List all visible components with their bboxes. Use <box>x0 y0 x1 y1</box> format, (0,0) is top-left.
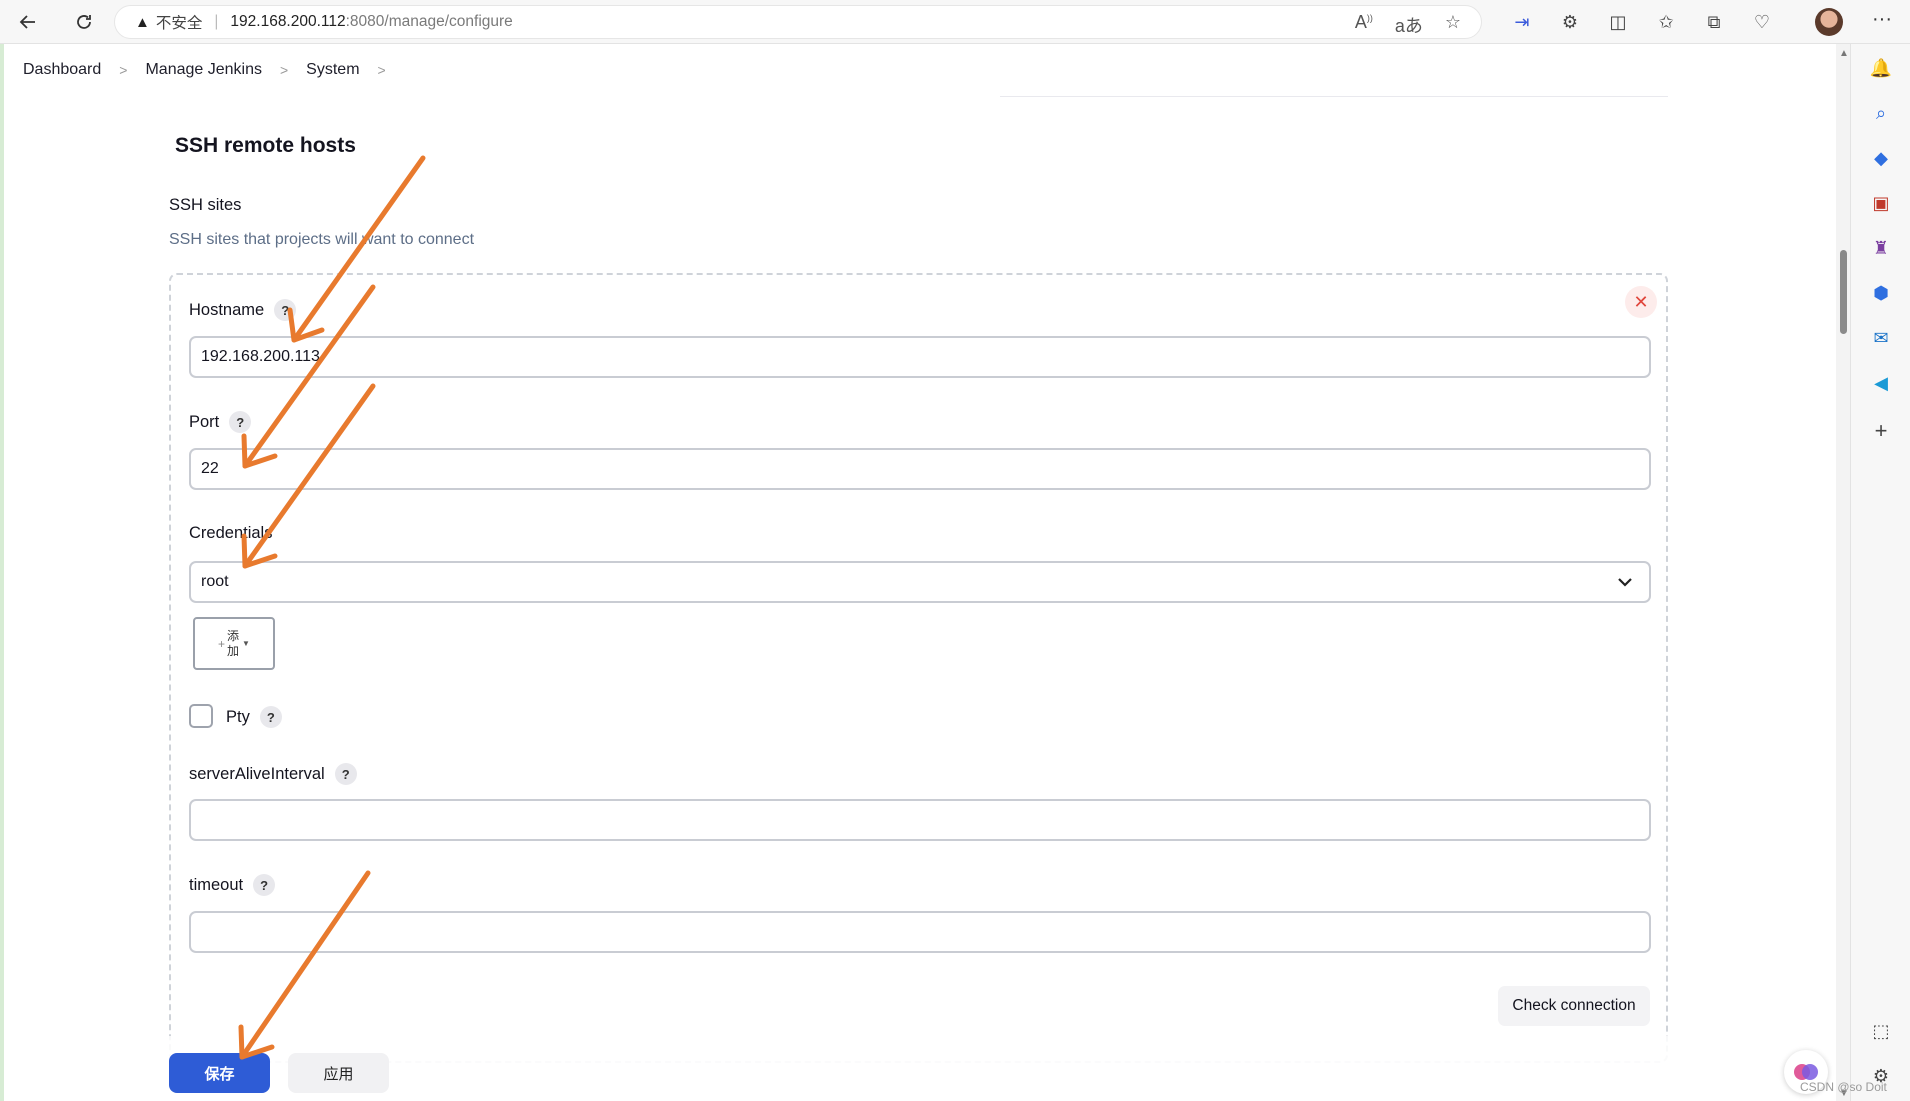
ssh-sites-label: SSH sites <box>169 196 242 214</box>
health-icon[interactable]: ♡ <box>1748 8 1776 36</box>
credentials-selected-value: root <box>201 573 229 590</box>
collections-icon[interactable]: ⧉ <box>1700 8 1728 36</box>
help-icon[interactable]: ? <box>274 299 297 321</box>
breadcrumb-dashboard[interactable]: Dashboard <box>23 61 101 79</box>
pty-label: Pty ? <box>226 706 282 728</box>
port-label: Port ? <box>189 411 252 433</box>
bell-icon[interactable]: 🔔 <box>1868 55 1894 81</box>
screenshot-icon[interactable]: ⬚ <box>1868 1018 1894 1044</box>
delete-entry-button[interactable]: ✕ <box>1625 286 1657 318</box>
hostname-label: Hostname ? <box>189 299 297 321</box>
toolbox-icon[interactable]: ▣ <box>1868 190 1894 216</box>
chevron-right-icon: > <box>279 62 289 78</box>
warning-icon: ▲ <box>135 13 150 31</box>
add-label-line2: 加 <box>227 643 240 658</box>
address-separator: | <box>214 13 219 30</box>
breadcrumb-system[interactable]: System <box>306 61 359 79</box>
address-bar[interactable]: ▲ 不安全 | 192.168.200.112 :8080/manage/con… <box>114 5 1482 39</box>
url-path: :8080/manage/configure <box>345 13 513 30</box>
credentials-select[interactable]: root <box>189 561 1651 603</box>
divider <box>1000 96 1668 97</box>
split-screen-icon[interactable]: ◫ <box>1604 8 1632 36</box>
pty-checkbox[interactable] <box>189 704 213 728</box>
search-icon[interactable]: ⌕ <box>1868 100 1894 126</box>
credentials-label-text: Credentials <box>189 524 273 542</box>
add-credentials-button[interactable]: + 添 加 ▼ <box>193 617 275 670</box>
hostname-input[interactable]: 192.168.200.113 <box>189 336 1651 378</box>
plus-icon: + <box>218 636 226 651</box>
tag-icon[interactable]: ◆ <box>1868 145 1894 171</box>
scroll-up-arrow-icon[interactable]: ▲ <box>1839 48 1849 59</box>
refresh-icon[interactable] <box>70 8 98 36</box>
server-alive-label-text: serverAliveInterval <box>189 764 325 783</box>
server-alive-input[interactable] <box>189 799 1651 841</box>
browser-toolbar: ▲ 不安全 | 192.168.200.112 :8080/manage/con… <box>0 0 1910 44</box>
add-label-line1: 添 <box>227 628 240 643</box>
close-icon: ✕ <box>1633 291 1649 312</box>
help-icon[interactable]: ? <box>334 763 357 785</box>
extensions-icon[interactable]: ⚙ <box>1556 8 1584 36</box>
server-alive-label: serverAliveInterval ? <box>189 763 357 785</box>
timeout-label: timeout ? <box>189 874 276 896</box>
timeout-input[interactable] <box>189 911 1651 953</box>
timeout-label-text: timeout <box>189 875 244 894</box>
help-icon[interactable]: ? <box>229 411 252 433</box>
hostname-label-text: Hostname <box>189 300 265 319</box>
breadcrumb: Dashboard > Manage Jenkins > System > <box>4 44 1840 96</box>
bottom-action-bar <box>4 1036 1836 1101</box>
favorites-icon[interactable]: ✩ <box>1652 8 1680 36</box>
outlook-icon[interactable]: ✉ <box>1868 325 1894 351</box>
read-aloud-icon[interactable]: A)) <box>1355 12 1373 38</box>
drop-icon[interactable]: ◀ <box>1868 370 1894 396</box>
chevron-right-icon: > <box>377 62 386 78</box>
port-label-text: Port <box>189 412 220 431</box>
watermark: CSDN @so Doit <box>1800 1080 1887 1094</box>
apply-button[interactable]: 应用 <box>288 1053 389 1093</box>
add-icon[interactable]: + <box>1868 418 1894 444</box>
help-icon[interactable]: ? <box>253 874 276 896</box>
games-icon[interactable]: ♜ <box>1868 235 1894 261</box>
ssh-sites-description: SSH sites that projects will want to con… <box>169 231 475 248</box>
caret-down-icon: ▼ <box>242 639 250 648</box>
profile-avatar[interactable] <box>1815 8 1843 36</box>
office-icon[interactable]: ⬢ <box>1868 280 1894 306</box>
split-arrows-icon[interactable]: ⇥ <box>1508 8 1536 36</box>
left-strip <box>0 44 4 1101</box>
back-icon[interactable] <box>14 8 42 36</box>
save-button[interactable]: 保存 <box>169 1053 270 1093</box>
browser-sidebar: 🔔 ⌕ ◆ ▣ ♜ ⬢ ✉ ◀ + ⬚ ⚙ <box>1850 44 1910 1101</box>
check-connection-button[interactable]: Check connection <box>1498 986 1650 1026</box>
pty-label-text: Pty <box>226 707 250 726</box>
credentials-label: Credentials <box>189 524 272 543</box>
help-icon[interactable]: ? <box>259 706 282 728</box>
translate-icon[interactable]: aあ <box>1395 12 1423 38</box>
section-title: SSH remote hosts <box>175 134 356 157</box>
port-input[interactable]: 22 <box>189 448 1651 490</box>
scrollbar[interactable] <box>1836 44 1850 1101</box>
chevron-right-icon: > <box>119 62 128 78</box>
breadcrumb-manage-jenkins[interactable]: Manage Jenkins <box>145 61 262 79</box>
url-host: 192.168.200.112 <box>230 13 346 30</box>
favorite-star-icon[interactable]: ☆ <box>1445 12 1461 38</box>
chevron-down-icon <box>1618 578 1632 587</box>
more-icon[interactable]: ··· <box>1868 8 1896 36</box>
insecure-label: 不安全 <box>155 15 203 32</box>
scrollbar-thumb[interactable] <box>1840 250 1847 334</box>
